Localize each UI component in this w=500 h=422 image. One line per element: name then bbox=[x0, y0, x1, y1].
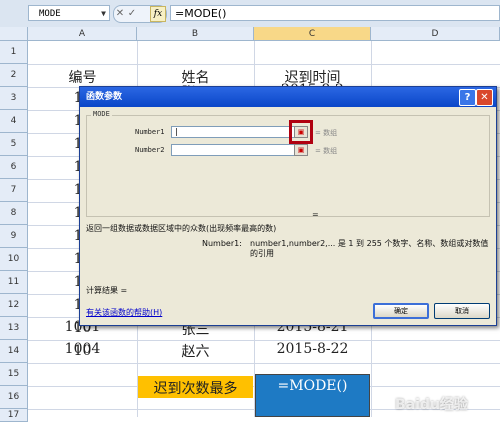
calculation-result: 计算结果 = bbox=[86, 286, 128, 295]
number2-hint: = 数组 bbox=[315, 147, 338, 155]
column-header-c[interactable]: C bbox=[254, 27, 371, 41]
select-all-corner[interactable] bbox=[0, 27, 28, 41]
row-header-16[interactable]: 16 bbox=[0, 386, 28, 409]
arguments-group: MODE Number1 | ▣ = 数组 Number2 ▣ = 数组 bbox=[86, 110, 490, 217]
ok-button[interactable]: 确定 bbox=[373, 303, 429, 319]
dialog-title: 函数参数 bbox=[86, 92, 123, 102]
column-header-a[interactable]: A bbox=[28, 27, 137, 41]
range-selector-icon[interactable]: ▣ bbox=[294, 144, 308, 156]
row-header-15[interactable]: 15 bbox=[0, 363, 28, 386]
formula-bar: MODE ▼ ✕ ✓ fx =MODE() bbox=[0, 0, 500, 28]
number1-input[interactable]: | bbox=[171, 126, 297, 138]
close-icon[interactable]: ✕ bbox=[476, 89, 493, 106]
row-header-6[interactable]: 6 bbox=[0, 156, 28, 179]
number2-label: Number2 bbox=[135, 146, 165, 154]
number2-input[interactable] bbox=[171, 144, 297, 156]
row-header-13[interactable]: 13 bbox=[0, 317, 28, 340]
number1-label: Number1 bbox=[135, 128, 165, 136]
cell-c16[interactable]: 2015-8-22 bbox=[254, 341, 371, 357]
column-header-d[interactable]: D bbox=[371, 27, 500, 41]
row-header-10[interactable]: 10 bbox=[0, 248, 28, 271]
baidu-watermark: Baidu经验 bbox=[395, 397, 468, 413]
help-icon[interactable]: ? bbox=[459, 89, 476, 106]
insert-function-button[interactable]: fx bbox=[150, 6, 166, 22]
cell-a16[interactable]: 1004 bbox=[28, 341, 137, 357]
name-box[interactable]: MODE ▼ bbox=[28, 5, 110, 21]
chevron-down-icon[interactable]: ▼ bbox=[101, 6, 106, 22]
result-equals: = bbox=[312, 210, 319, 219]
row-header-12[interactable]: 12 bbox=[0, 294, 28, 317]
formula-input[interactable]: =MODE() bbox=[170, 5, 500, 21]
cell-b18[interactable]: 迟到次数最多 bbox=[137, 378, 254, 398]
cancel-icon[interactable]: ✕ bbox=[114, 6, 126, 22]
function-help-link[interactable]: 有关该函数的帮助(H) bbox=[86, 307, 162, 318]
check-icon[interactable]: ✓ bbox=[126, 6, 138, 22]
row-header-17[interactable]: 17 bbox=[0, 409, 28, 422]
row-header-8[interactable]: 8 bbox=[0, 202, 28, 225]
cell-a2[interactable]: 编号 bbox=[28, 67, 137, 87]
number1-hint: = 数组 bbox=[315, 129, 338, 137]
gridline bbox=[28, 64, 500, 65]
row-header-9[interactable]: 9 bbox=[0, 225, 28, 248]
cell-c18[interactable]: =MODE() bbox=[254, 378, 371, 394]
name-box-value: MODE bbox=[39, 9, 61, 19]
row-header-1[interactable]: 1 bbox=[0, 41, 28, 64]
gridline bbox=[28, 363, 500, 364]
row-header-2[interactable]: 2 bbox=[0, 64, 28, 87]
function-arguments-dialog: 函数参数 ? ✕ MODE Number1 | ▣ = 数组 Number2 ▣… bbox=[79, 86, 497, 326]
function-name-label: MODE bbox=[91, 110, 112, 118]
function-description: 返回一组数据或数据区域中的众数(出现频率最高的数) bbox=[86, 224, 277, 233]
dialog-title-bar[interactable]: 函数参数 ? ✕ bbox=[80, 87, 496, 107]
cancel-button[interactable]: 取消 bbox=[434, 303, 490, 319]
row-header-7[interactable]: 7 bbox=[0, 179, 28, 202]
row-header-11[interactable]: 11 bbox=[0, 271, 28, 294]
row-header-4[interactable]: 4 bbox=[0, 110, 28, 133]
red-highlight-box bbox=[289, 120, 313, 144]
row-header-3[interactable]: 3 bbox=[0, 87, 28, 110]
cell-b16[interactable]: 赵六 bbox=[137, 341, 254, 361]
row-header-5[interactable]: 5 bbox=[0, 133, 28, 156]
row-header-14[interactable]: 14 bbox=[0, 340, 28, 363]
argument-help-text: number1,number2,... 是 1 到 255 个数字、名称、数组或… bbox=[250, 239, 489, 258]
argument-help-name: Number1: bbox=[202, 239, 242, 248]
column-header-b[interactable]: B bbox=[137, 27, 254, 41]
